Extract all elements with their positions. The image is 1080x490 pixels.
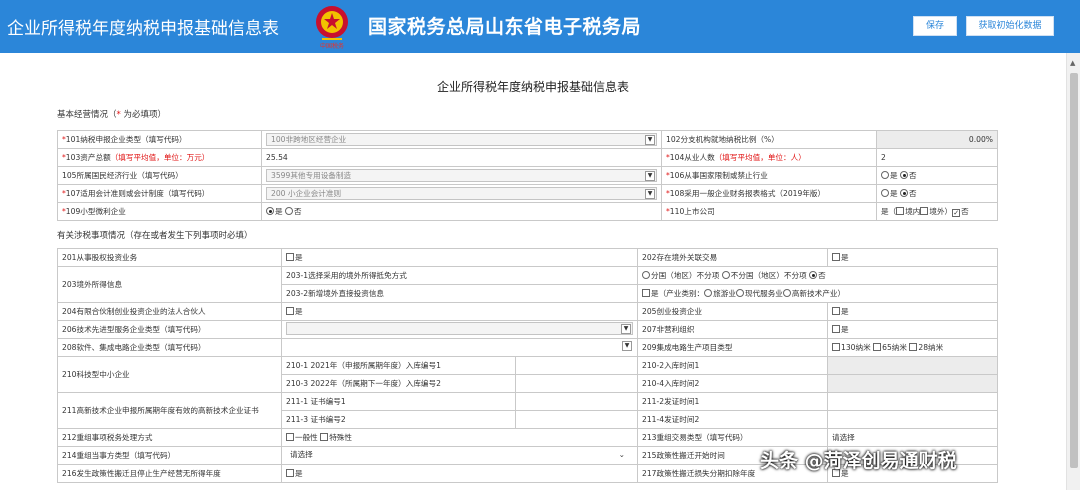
field-207[interactable]: 是 (827, 320, 998, 339)
field-214[interactable]: 请选择 ⌄ (281, 446, 638, 465)
field-209[interactable]: 130纳米 65纳米 28纳米 (827, 338, 998, 357)
field-210-1[interactable] (515, 356, 638, 375)
tax-emblem-icon: 中国税务 (316, 6, 348, 50)
scrollbar-thumb[interactable] (1070, 73, 1078, 468)
field-211-4[interactable] (827, 410, 998, 429)
field-204[interactable]: 是 (281, 302, 638, 321)
table-row: 211高新技术企业申报所属期年度有效的高新技术企业证书 211-1 证书编号1 … (57, 392, 998, 429)
field-109[interactable]: 是 否 (261, 202, 662, 221)
field-213[interactable]: 请选择 (827, 428, 998, 447)
table-row: 204有限合伙制创业投资企业的法人合伙人 是 205创业投资企业 是 (57, 302, 998, 321)
radio-yes[interactable] (881, 189, 889, 197)
chevron-down-icon[interactable]: ▼ (645, 135, 655, 145)
field-216[interactable]: 是 (281, 464, 638, 483)
table-row: *103资产总额（填写平均值，单位：万元） 25.54 *104从业人数（填写平… (57, 148, 998, 167)
chevron-down-icon[interactable]: ▼ (622, 341, 632, 351)
radio-no[interactable] (900, 171, 909, 179)
field-208[interactable]: ▼ (281, 338, 638, 357)
table-row: *101纳税申报企业类型（填写代码） 100非跨地区经营企业 ▼ 102分支机构就… (57, 130, 998, 149)
watermark-text: 头条 @菏泽创易通财税 (760, 450, 957, 472)
checkbox-130nm[interactable] (832, 343, 840, 351)
bureau-title: 国家税务总局山东省电子税务局 (368, 16, 642, 38)
table-row: *107适用会计准则或会计制度（填写代码） 200 小企业会计准则 ▼ *108采… (57, 184, 998, 203)
field-211-1[interactable] (515, 392, 638, 411)
checkbox-overseas[interactable] (920, 207, 929, 215)
checkbox-yes[interactable] (286, 253, 294, 261)
emblem-text: 中国税务 (320, 42, 344, 50)
scroll-up-icon[interactable]: ▲ (1070, 59, 1075, 67)
get-init-data-button[interactable]: 获取初始化数据 (966, 16, 1054, 36)
field-110[interactable]: 是（ 境内 境外）✓ 否 (876, 202, 998, 221)
basic-info-table: *101纳税申报企业类型（填写代码） 100非跨地区经营企业 ▼ 102分支机构就… (57, 130, 998, 221)
radio-tourism[interactable] (704, 289, 713, 297)
checkbox-yes[interactable] (832, 253, 840, 261)
radio-modern-service[interactable] (735, 289, 744, 297)
field-206[interactable]: ▼ (281, 320, 638, 339)
radio-no[interactable] (809, 271, 818, 279)
table-row: 208软件、集成电路企业类型（填写代码） ▼ 209集成电路生产项目类型 130… (57, 338, 998, 357)
table-row: 201从事股权投资业务 是 202存在境外关联交易 是 (57, 248, 998, 267)
field-212[interactable]: 一般性 特殊性 (281, 428, 638, 447)
radio-no[interactable] (285, 207, 294, 215)
field-205[interactable]: 是 (827, 302, 998, 321)
checkbox-yes[interactable] (832, 307, 840, 315)
checkbox-65nm[interactable] (873, 343, 882, 351)
field-210-3[interactable] (515, 374, 638, 393)
field-202[interactable]: 是 (827, 248, 998, 267)
checkbox-28nm[interactable] (909, 343, 918, 351)
radio-by-country[interactable] (642, 271, 650, 279)
field-210-2[interactable] (827, 356, 998, 375)
table-row: *109小型微利企业 是 否 *110上市公司 是（ 境内 境外）✓ 否 (57, 202, 998, 221)
checkbox-general[interactable] (286, 433, 294, 441)
form-name: 企业所得税年度纳税申报基础信息表 (7, 19, 279, 39)
checkbox-yes[interactable] (832, 325, 840, 333)
field-104[interactable]: 2 (876, 148, 998, 167)
field-108[interactable]: 是 否 (876, 184, 998, 203)
matters-section-label: 有关涉税事项情况（存在或者发生下列事项时必填） (57, 231, 253, 241)
chevron-down-icon[interactable]: ▼ (645, 189, 655, 199)
field-101[interactable]: 100非跨地区经营企业 ▼ (261, 130, 662, 149)
vertical-scrollbar[interactable]: ▲ (1066, 53, 1080, 490)
checkbox-no[interactable]: ✓ (952, 209, 961, 217)
field-201[interactable]: 是 (281, 248, 638, 267)
checkbox-yes[interactable] (642, 289, 650, 297)
radio-not-by-country[interactable] (721, 271, 730, 279)
page-title: 企业所得税年度纳税申报基础信息表 (436, 80, 629, 94)
checkbox-domestic[interactable] (896, 207, 905, 215)
field-102: 0.00% (876, 130, 998, 149)
table-row: 206技术先进型服务企业类型（填写代码） ▼ 207非营利组织 是 (57, 320, 998, 339)
field-203-1[interactable]: 分国（地区）不分项 不分国（地区）不分项 否 (637, 266, 998, 285)
table-row: 212重组事项税务处理方式 一般性 特殊性 213重组交易类型（填写代码） 请选… (57, 428, 998, 447)
field-203-2[interactable]: 是（产业类别： 旅游业 现代服务业 高新技术产业） (637, 284, 998, 303)
checkbox-special[interactable] (320, 433, 329, 441)
field-107[interactable]: 200 小企业会计准则 ▼ (261, 184, 662, 203)
checkbox-yes[interactable] (286, 469, 294, 477)
chevron-down-icon[interactable]: ▼ (645, 171, 655, 181)
table-row: 203境外所得信息 203-1选择采用的境外所得抵免方式 分国（地区）不分项 不… (57, 266, 998, 303)
field-211-3[interactable] (515, 410, 638, 429)
save-button[interactable]: 保存 (913, 16, 957, 36)
chevron-down-icon[interactable]: ▼ (621, 324, 631, 334)
radio-yes[interactable] (881, 171, 889, 179)
radio-no[interactable] (900, 189, 909, 197)
field-210-4[interactable] (827, 374, 998, 393)
radio-yes[interactable] (266, 207, 274, 215)
table-row: 210科技型中小企业 210-1 2021年（申报所属期年度）入库编号1 210… (57, 356, 998, 393)
field-105[interactable]: 3599其他专用设备制造 ▼ (261, 166, 662, 185)
field-211-2[interactable] (827, 392, 998, 411)
field-103[interactable]: 25.54 (261, 148, 662, 167)
app-header: 企业所得税年度纳税申报基础信息表 中国税务 国家税务总局山东省电子税务局 保存 … (0, 0, 1080, 53)
radio-high-tech[interactable] (782, 289, 791, 297)
table-row: 105所属国民经济行业（填写代码） 3599其他专用设备制造 ▼ *106从事国家… (57, 166, 998, 185)
basic-section-label: 基本经营情况（* 为必填项） (57, 110, 166, 120)
chevron-down-icon[interactable]: ⌄ (619, 449, 625, 460)
checkbox-yes[interactable] (286, 307, 294, 315)
field-106[interactable]: 是 否 (876, 166, 998, 185)
